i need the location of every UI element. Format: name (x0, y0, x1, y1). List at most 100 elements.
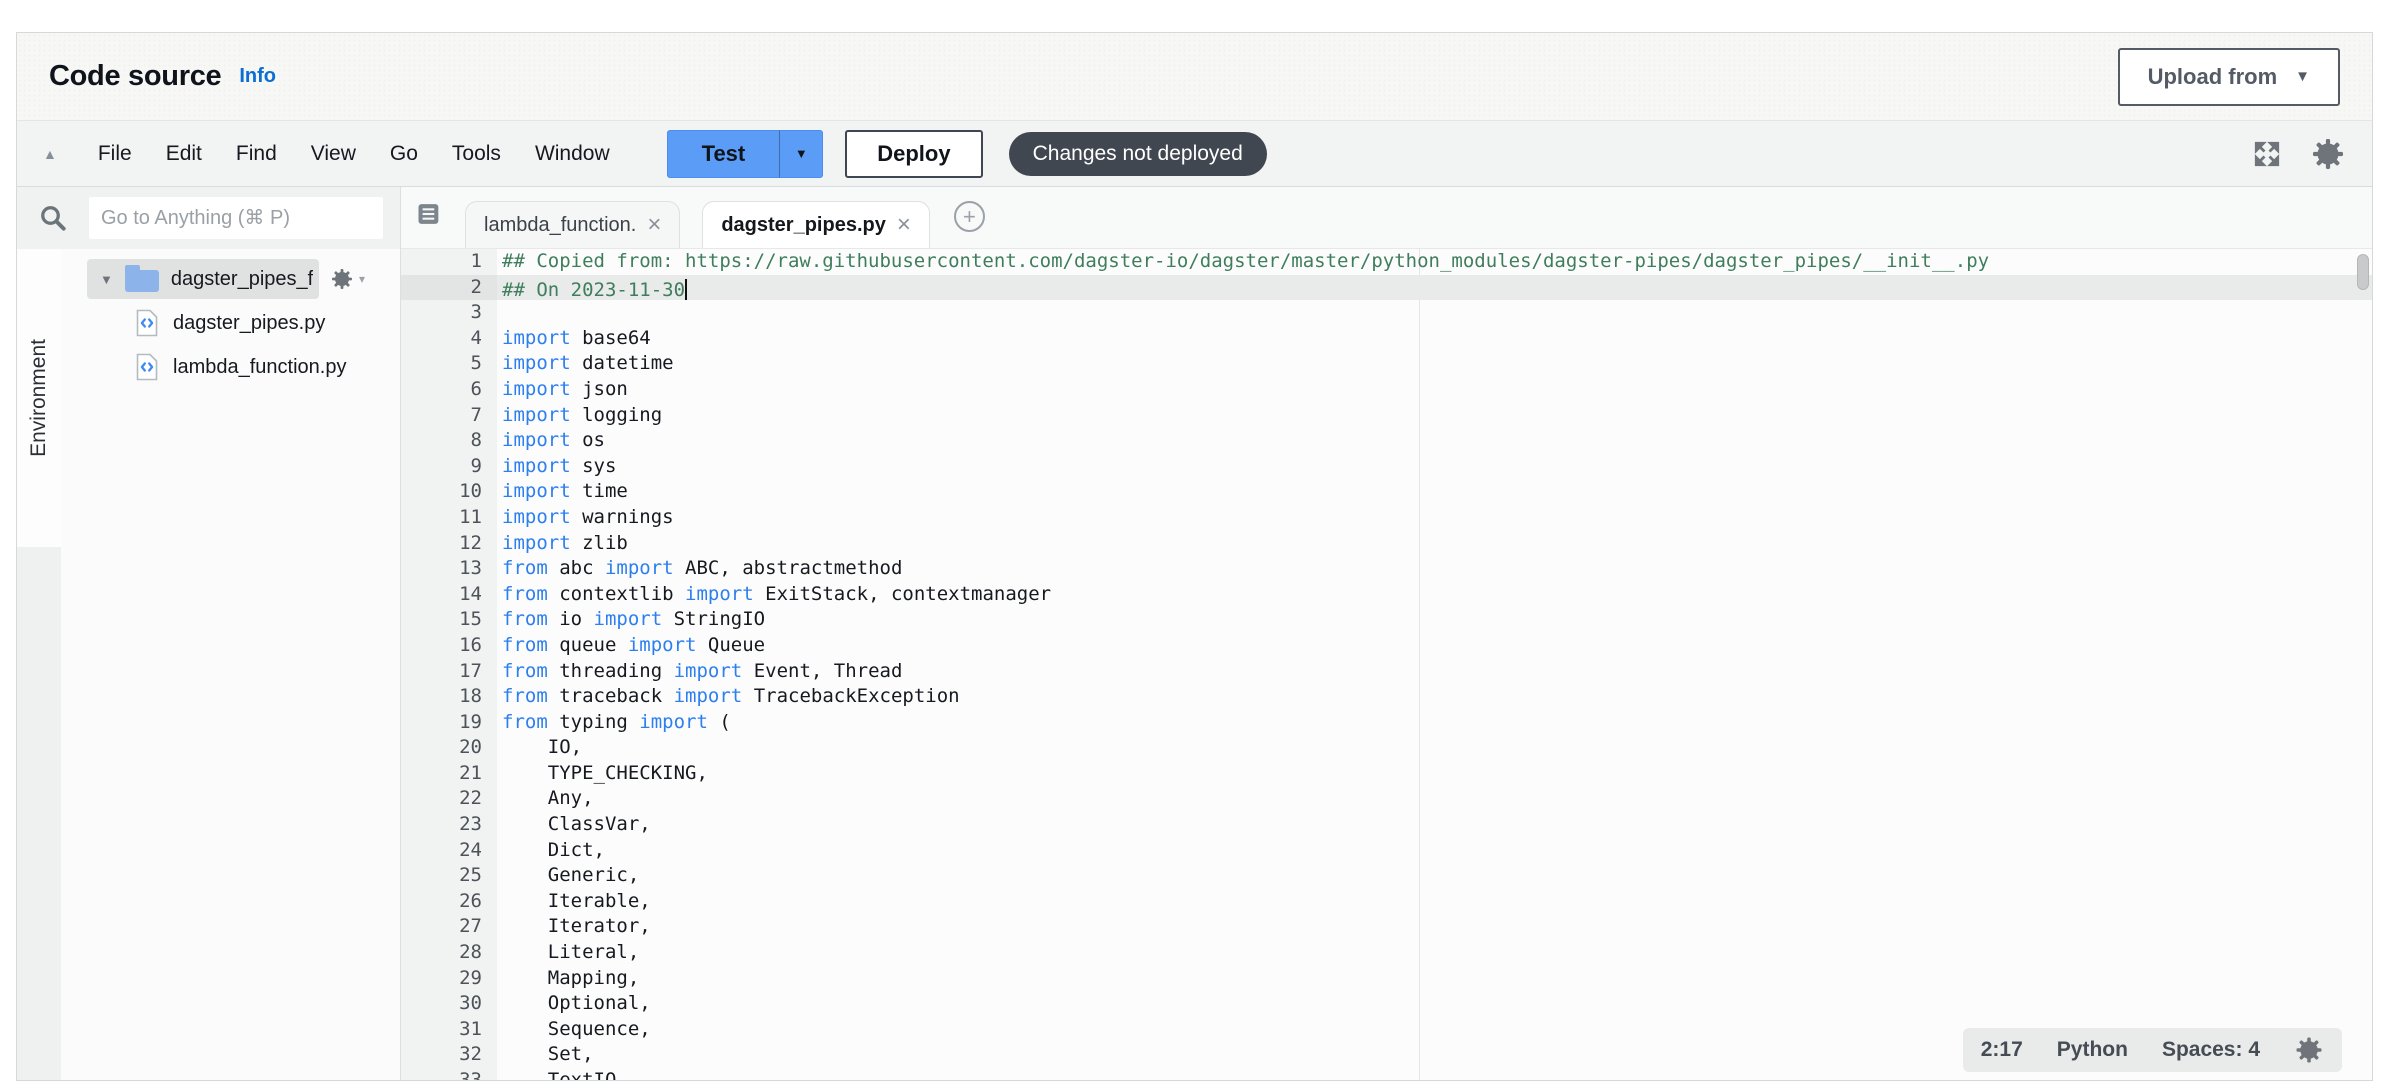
code-text[interactable]: TYPE_CHECKING, (497, 761, 708, 787)
code-text[interactable]: Iterable, (497, 889, 651, 915)
line-number[interactable]: 11 (401, 505, 497, 531)
menu-find[interactable]: Find (219, 142, 294, 166)
line-number[interactable]: 1 (401, 249, 497, 275)
code-text[interactable]: Dict, (497, 838, 605, 864)
line-number[interactable]: 32 (401, 1042, 497, 1068)
line-number[interactable]: 2 (401, 275, 497, 301)
code-text[interactable]: Optional, (497, 991, 651, 1017)
line-number[interactable]: 29 (401, 966, 497, 992)
spaces-setting[interactable]: Spaces: 4 (2162, 1038, 2260, 1062)
line-number[interactable]: 4 (401, 326, 497, 352)
line-number[interactable]: 23 (401, 812, 497, 838)
code-text[interactable]: Any, (497, 786, 594, 812)
code-text[interactable]: Mapping, (497, 966, 639, 992)
menu-window[interactable]: Window (518, 142, 627, 166)
code-text[interactable]: from contextlib import ExitStack, contex… (497, 582, 1051, 608)
line-number[interactable]: 10 (401, 479, 497, 505)
code-text[interactable]: from queue import Queue (497, 633, 765, 659)
code-text[interactable]: from io import StringIO (497, 607, 765, 633)
code-text[interactable]: import logging (497, 403, 662, 429)
menu-file[interactable]: File (81, 142, 149, 166)
line-number[interactable]: 7 (401, 403, 497, 429)
line-number[interactable]: 9 (401, 454, 497, 480)
tree-item-folder[interactable]: ▼ dagster_pipes_funct (87, 259, 319, 299)
tab-dagster-pipes-py[interactable]: dagster_pipes.py× (702, 201, 930, 248)
code-text[interactable]: from abc import ABC, abstractmethod (497, 556, 902, 582)
menu-go[interactable]: Go (373, 142, 435, 166)
close-tab-icon[interactable]: × (897, 211, 911, 239)
code-text[interactable]: import os (497, 428, 605, 454)
environment-tab[interactable]: Environment (17, 249, 61, 547)
new-tab-button[interactable]: + (954, 201, 985, 232)
language-mode[interactable]: Python (2057, 1038, 2128, 1062)
info-link[interactable]: Info (239, 65, 276, 88)
code-text[interactable]: ClassVar, (497, 812, 651, 838)
test-dropdown-arrow[interactable]: ▼ (779, 130, 823, 178)
line-number[interactable]: 28 (401, 940, 497, 966)
line-number[interactable]: 15 (401, 607, 497, 633)
line-number[interactable]: 24 (401, 838, 497, 864)
collapse-editor-icon[interactable]: ▲ (43, 146, 57, 162)
code-text[interactable]: import sys (497, 454, 616, 480)
line-number[interactable]: 3 (401, 300, 497, 326)
code-text[interactable]: Literal, (497, 940, 639, 966)
menu-view[interactable]: View (294, 142, 373, 166)
code-text[interactable]: IO, (497, 735, 582, 761)
code-text[interactable] (497, 300, 502, 326)
line-number[interactable]: 5 (401, 351, 497, 377)
code-text[interactable]: import time (497, 479, 628, 505)
tab-lambda-function[interactable]: lambda_function.× (465, 201, 680, 248)
line-number[interactable]: 21 (401, 761, 497, 787)
vertical-scrollbar-thumb[interactable] (2357, 254, 2369, 290)
code-text[interactable]: Sequence, (497, 1017, 651, 1043)
close-tab-icon[interactable]: × (647, 211, 661, 239)
code-text[interactable]: Iterator, (497, 914, 651, 940)
line-number[interactable]: 14 (401, 582, 497, 608)
fullscreen-icon[interactable] (2252, 139, 2282, 169)
code-text[interactable]: import datetime (497, 351, 674, 377)
code-text[interactable]: Generic, (497, 863, 639, 889)
cursor-position[interactable]: 2:17 (1981, 1038, 2023, 1062)
gear-icon[interactable] (2310, 136, 2346, 172)
line-number[interactable]: 26 (401, 889, 497, 915)
code-text[interactable]: import base64 (497, 326, 651, 352)
code-text[interactable]: TextIO, (497, 1068, 628, 1080)
code-text[interactable]: from traceback import TracebackException (497, 684, 960, 710)
code-text[interactable]: from threading import Event, Thread (497, 659, 902, 685)
line-number[interactable]: 17 (401, 659, 497, 685)
search-icon[interactable] (17, 203, 89, 233)
editor-settings-gear-icon[interactable] (2294, 1035, 2324, 1065)
line-number[interactable]: 30 (401, 991, 497, 1017)
test-button[interactable]: Test (667, 130, 780, 178)
line-number[interactable]: 13 (401, 556, 497, 582)
line-number[interactable]: 18 (401, 684, 497, 710)
line-number[interactable]: 31 (401, 1017, 497, 1043)
code-text[interactable]: import warnings (497, 505, 674, 531)
code-text[interactable]: import zlib (497, 531, 628, 557)
tab-list-icon[interactable] (415, 200, 443, 233)
upload-from-button[interactable]: Upload from ▼ (2118, 48, 2340, 106)
code-text[interactable]: import json (497, 377, 628, 403)
tree-item-lambda-function-py[interactable]: lambda_function.py (61, 345, 400, 389)
line-number[interactable]: 8 (401, 428, 497, 454)
code-text[interactable]: ## On 2023-11-30 (497, 275, 687, 301)
code-text[interactable]: Set, (497, 1042, 594, 1068)
code-text[interactable]: from typing import ( (497, 710, 731, 736)
menu-tools[interactable]: Tools (435, 142, 518, 166)
line-number[interactable]: 16 (401, 633, 497, 659)
line-number[interactable]: 25 (401, 863, 497, 889)
code-text[interactable]: ## Copied from: https://raw.githubuserco… (497, 249, 1989, 275)
line-number[interactable]: 22 (401, 786, 497, 812)
line-number[interactable]: 6 (401, 377, 497, 403)
folder-disclosure-icon[interactable]: ▼ (100, 272, 113, 287)
tree-item-dagster-pipes-py[interactable]: dagster_pipes.py (61, 301, 400, 345)
line-number[interactable]: 33 (401, 1068, 497, 1080)
line-number[interactable]: 19 (401, 710, 497, 736)
code-editor[interactable]: 1## Copied from: https://raw.githubuserc… (401, 249, 2372, 1080)
tree-settings-button[interactable]: ▾ (330, 267, 365, 291)
menu-edit[interactable]: Edit (149, 142, 219, 166)
goto-anything-input[interactable] (89, 197, 383, 239)
line-number[interactable]: 20 (401, 735, 497, 761)
line-number[interactable]: 12 (401, 531, 497, 557)
line-number[interactable]: 27 (401, 914, 497, 940)
